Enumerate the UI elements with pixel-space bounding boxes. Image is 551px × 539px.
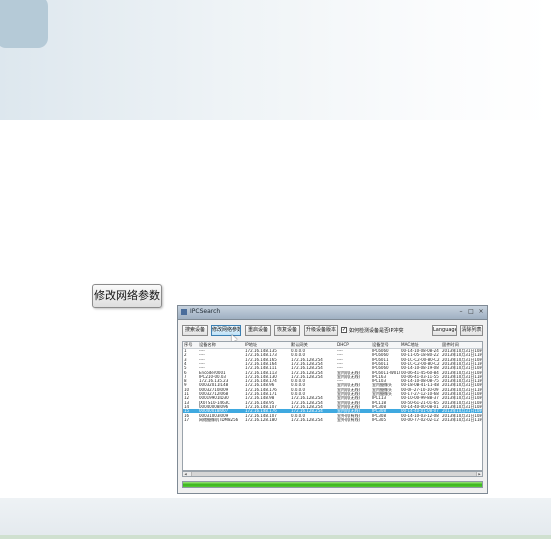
auto-modify-label: 如何检测设备是否IP冲突	[349, 328, 404, 334]
column-header-index[interactable]: 序号	[184, 342, 198, 348]
restart-device-button[interactable]: 重启设备	[245, 325, 271, 336]
modify-network-button[interactable]: 修改网络参数	[211, 325, 241, 336]
restore-device-button[interactable]: 恢复设备	[274, 325, 300, 336]
page-footer-band	[0, 498, 551, 539]
scrollbar-thumb[interactable]	[191, 472, 477, 476]
table-header: 序号 设备名称 IP地址 默认网关 DHCP 设备型号 MAC地址 固件时间	[183, 342, 482, 349]
page-corner-tab	[0, 0, 48, 48]
table-row[interactable]: 17 网络摄像机 IDM8256 172.16.128.180 172.16.128.…	[183, 418, 482, 422]
column-header-name[interactable]: 设备名称	[199, 342, 244, 348]
clear-list-button[interactable]: 清除列表	[460, 325, 483, 336]
column-header-ip[interactable]: IP地址	[245, 342, 290, 348]
progress-fill	[183, 482, 482, 487]
cell-firmware: 2013年10月31日11时	[442, 417, 482, 422]
scroll-left-icon[interactable]: ◀	[183, 472, 188, 476]
app-icon	[181, 309, 187, 315]
page-header-band	[0, 0, 551, 120]
horizontal-scrollbar[interactable]: ◀ ▶	[182, 471, 483, 477]
window-titlebar[interactable]: IPCSearch – □ ×	[178, 306, 487, 320]
language-button[interactable]: Language	[432, 325, 457, 336]
column-header-model[interactable]: 设备型号	[372, 342, 400, 348]
cell-dhcp: 室外机(有线)	[337, 417, 361, 422]
modify-network-callout-button: 修改网络参数	[92, 284, 162, 308]
auto-modify-checkbox[interactable]: ✓	[341, 327, 347, 333]
ipcsearch-window: IPCSearch – □ × 搜索设备 修改网络参数 重启设备 恢复设备 升级…	[177, 305, 488, 494]
cell-name: 网络摄像机 IDM8256	[199, 417, 239, 422]
minimize-icon[interactable]: –	[457, 308, 465, 315]
column-header-dhcp[interactable]: DHCP	[337, 342, 371, 348]
toolbar: 搜索设备 修改网络参数 重启设备 恢复设备 升级设备版本 ✓ 如何检测设备是否I…	[178, 320, 487, 342]
cell-ip: 172.16.128.180	[245, 417, 277, 422]
upgrade-firmware-button[interactable]: 升级设备版本	[304, 325, 338, 336]
column-header-firmware[interactable]: 固件时间	[442, 342, 482, 348]
device-table[interactable]: 序号 设备名称 IP地址 默认网关 DHCP 设备型号 MAC地址 固件时间 1…	[182, 341, 483, 471]
search-devices-button[interactable]: 搜索设备	[182, 325, 208, 336]
cell-mac: 00-00-77-02-02-12	[401, 417, 439, 422]
cell-gateway: 172.16.128.254	[291, 417, 323, 422]
footer-rule	[0, 535, 551, 539]
column-header-gateway[interactable]: 默认网关	[291, 342, 336, 348]
search-progress-bar	[182, 481, 483, 488]
scroll-right-icon[interactable]: ▶	[477, 472, 482, 476]
cell-index: 17	[184, 417, 190, 422]
maximize-icon[interactable]: □	[467, 308, 475, 315]
column-header-mac[interactable]: MAC地址	[401, 342, 441, 348]
window-title: IPCSearch	[190, 308, 221, 315]
cell-model: IPC305	[372, 417, 387, 422]
close-icon[interactable]: ×	[477, 308, 485, 315]
